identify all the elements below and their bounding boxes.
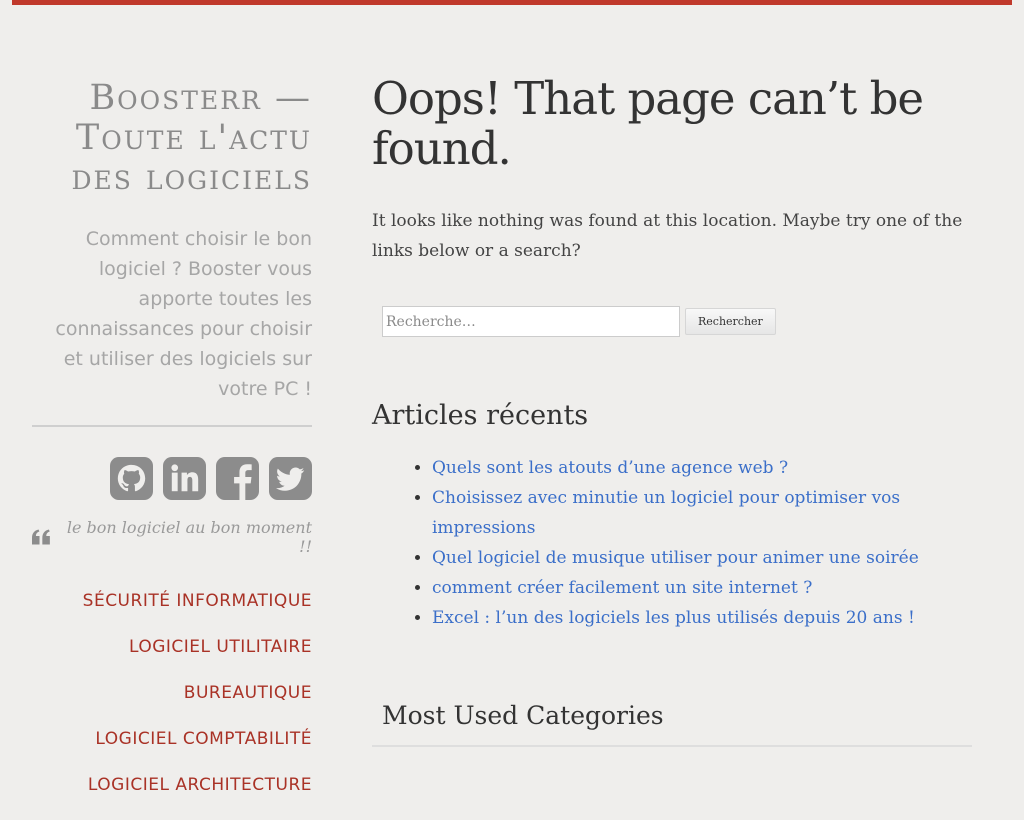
nav-item-logiciel-utilitaire: LOGICIEL UTILITAIRE [32,636,312,682]
not-found-message: It looks like nothing was found at this … [372,211,963,261]
recent-post-link[interactable]: Excel : l’un des logiciels les plus util… [432,608,915,628]
list-item: comment créer facilement un site interne… [432,573,972,603]
list-item: Excel : l’un des logiciels les plus util… [432,603,972,633]
search-button[interactable]: Rechercher [685,308,776,335]
recent-posts-list: Quels sont les atouts d’une agence web ?… [372,453,972,633]
category-nav: SÉCURITÉ INFORMATIQUE LOGICIEL UTILITAIR… [32,590,312,820]
list-item: Quel logiciel de musique utiliser pour a… [432,543,972,573]
tagline-text: le bon logiciel au bon moment !! [66,518,312,556]
nav-link[interactable]: LOGICIEL COMPTABILITÉ [95,729,312,749]
recent-posts-title: Articles récents [372,400,589,431]
site-title[interactable]: Boosterr — Toute l'actu des logiciels [32,78,312,198]
nav-item-securite-informatique: SÉCURITÉ INFORMATIQUE [32,590,312,636]
quote-icon [32,529,50,545]
recent-post-link[interactable]: comment créer facilement un site interne… [432,578,812,598]
most-used-categories-widget: Most Used Categories [372,699,972,747]
tagline: le bon logiciel au bon moment !! [32,518,312,556]
nav-item-logiciel-architecture: LOGICIEL ARCHITECTURE [32,774,312,820]
recent-post-link[interactable]: Choisissez avec minutie un logiciel pour… [432,488,900,538]
twitter-icon[interactable] [269,457,312,500]
sidebar-divider [32,425,312,427]
page-title: Oops! That page can’t be found. [372,72,924,175]
recent-post-link[interactable]: Quel logiciel de musique utiliser pour a… [432,548,919,568]
list-item: Choisissez avec minutie un logiciel pour… [432,483,972,543]
list-item: Quels sont les atouts d’une agence web ? [432,453,972,483]
recent-post-link[interactable]: Quels sont les atouts d’une agence web ? [432,458,788,478]
social-links [32,457,312,500]
top-accent-bar [12,0,1012,5]
github-icon[interactable] [110,457,153,500]
linkedin-icon[interactable] [163,457,206,500]
categories-title: Most Used Categories [382,701,664,730]
sidebar: Boosterr — Toute l'actu des logiciels Co… [32,78,312,820]
site-description: Comment choisir le bon logiciel ? Booste… [55,228,312,400]
main-content: Oops! That page can’t be found. It looks… [372,74,972,747]
nav-link[interactable]: BUREAUTIQUE [184,683,312,703]
nav-link[interactable]: LOGICIEL UTILITAIRE [129,637,312,657]
facebook-icon[interactable] [216,457,259,500]
nav-link[interactable]: SÉCURITÉ INFORMATIQUE [83,591,312,611]
nav-item-bureautique: BUREAUTIQUE [32,682,312,728]
search-form: Rechercher [382,306,972,337]
nav-item-logiciel-comptabilite: LOGICIEL COMPTABILITÉ [32,728,312,774]
nav-link[interactable]: LOGICIEL ARCHITECTURE [88,775,312,795]
search-input[interactable] [382,306,680,337]
